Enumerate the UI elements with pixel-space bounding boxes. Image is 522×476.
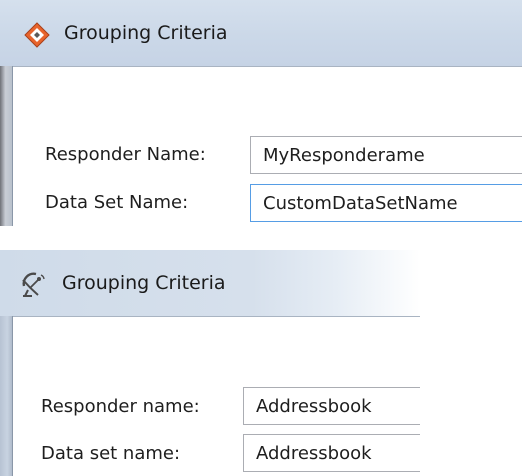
data-set-name-label: Data set name: xyxy=(41,443,181,464)
grouping-criteria-dialog-2: Grouping Criteria Responder name: Data s… xyxy=(0,250,420,476)
window-frame xyxy=(0,66,13,226)
dialog-title: Grouping Criteria xyxy=(62,272,226,294)
eclipse-diamond-icon xyxy=(24,22,50,48)
responder-name-label: Responder name: xyxy=(41,396,200,417)
data-set-name-input[interactable] xyxy=(243,434,420,472)
responder-name-input[interactable] xyxy=(250,136,522,174)
dialog-title: Grouping Criteria xyxy=(64,22,228,44)
grouping-criteria-dialog-1: Grouping Criteria Responder Name: Data S… xyxy=(0,0,522,226)
dialog-content: Responder Name: Data Set Name: xyxy=(13,66,522,226)
data-set-name-label: Data Set Name: xyxy=(45,192,189,213)
window-frame xyxy=(0,316,13,476)
responder-name-input[interactable] xyxy=(243,387,420,425)
satellite-dish-icon xyxy=(20,270,46,297)
dialog-content: Responder name: Data set name: xyxy=(13,316,420,476)
dialog-titlebar[interactable]: Grouping Criteria xyxy=(0,0,522,66)
responder-name-label: Responder Name: xyxy=(45,144,206,165)
data-set-name-input[interactable] xyxy=(250,184,522,222)
dialog-titlebar[interactable]: Grouping Criteria xyxy=(0,250,420,316)
